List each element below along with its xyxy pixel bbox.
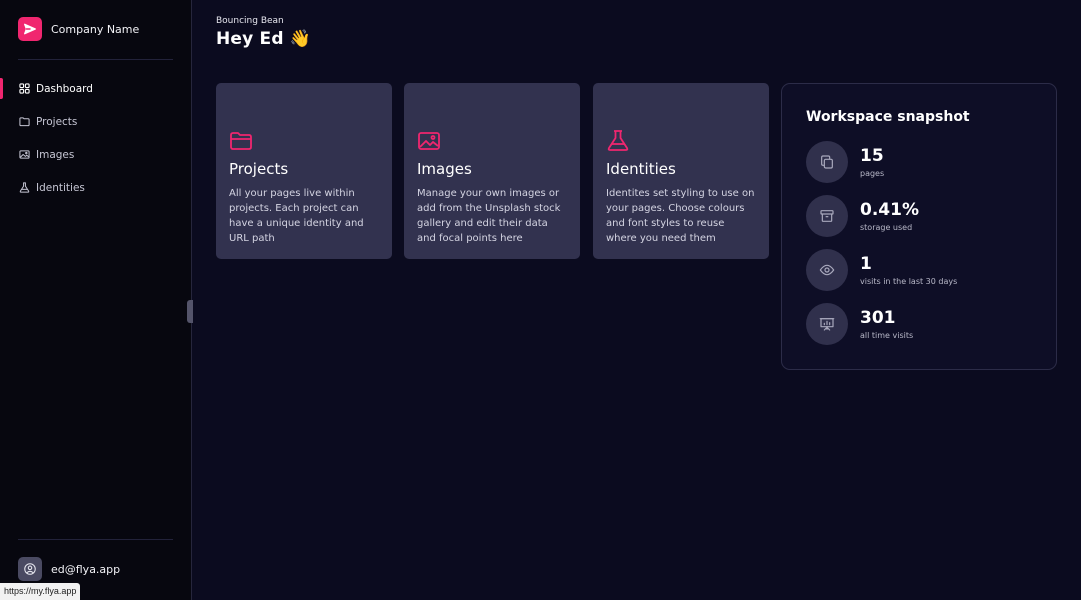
identities-card[interactable]: Identities Identites set styling to use … [593, 83, 769, 259]
stat-pages: 15 pages [806, 141, 884, 183]
images-card[interactable]: Images Manage your own images or add fro… [404, 83, 580, 259]
projects-card[interactable]: Projects All your pages live within proj… [216, 83, 392, 259]
sidebar-item-dashboard[interactable]: Dashboard [0, 78, 191, 99]
eye-icon [806, 249, 848, 291]
stat-value: 301 [860, 308, 896, 328]
flask-icon [19, 182, 30, 193]
workspace-name: Bouncing Bean [216, 16, 284, 26]
user-email: ed@flya.app [51, 562, 121, 576]
copy-icon [806, 141, 848, 183]
page-title: Hey Ed 👋 [216, 29, 312, 49]
workspace-snapshot-panel: Workspace snapshot 15 pages 0.41% storag… [781, 83, 1057, 370]
page-header: Bouncing Bean Hey Ed 👋 [216, 16, 311, 49]
send-icon [18, 17, 42, 41]
stat-all-time-visits: 301 all time visits [806, 303, 913, 345]
flask-icon [607, 130, 629, 151]
sidebar-nav: Dashboard Projects Images Identities [0, 78, 191, 210]
company-name: Company Name [51, 22, 140, 36]
sidebar: Company Name Dashboard Projects Images I… [0, 0, 192, 600]
sidebar-item-label: Images [36, 148, 75, 161]
stat-storage: 0.41% storage used [806, 195, 919, 237]
stat-label: pages [860, 169, 885, 178]
card-description: All your pages live within projects. Eac… [229, 188, 364, 244]
card-title: Images [417, 160, 472, 178]
archive-icon [806, 195, 848, 237]
image-icon [418, 132, 440, 150]
stat-value: 15 [860, 146, 884, 166]
card-description: Identites set styling to use on your pag… [606, 188, 755, 244]
stat-label: visits in the last 30 days [860, 277, 958, 286]
sidebar-item-label: Dashboard [36, 82, 93, 95]
avatar [18, 557, 42, 581]
card-description: Manage your own images or add from the U… [417, 188, 561, 244]
snapshot-title: Workspace snapshot [806, 109, 970, 125]
brand[interactable]: Company Name [18, 17, 139, 41]
folder-icon [19, 116, 30, 127]
sidebar-divider [18, 59, 173, 60]
stat-visits-30-days: 1 visits in the last 30 days [806, 249, 957, 291]
sidebar-divider [18, 539, 173, 540]
grid-icon [19, 83, 30, 94]
stat-label: all time visits [860, 331, 914, 340]
sidebar-collapse-handle[interactable] [187, 300, 193, 323]
user-menu[interactable]: ed@flya.app [18, 557, 120, 581]
card-title: Projects [229, 160, 289, 178]
image-icon [19, 149, 30, 160]
sidebar-item-identities[interactable]: Identities [0, 177, 191, 198]
sidebar-item-images[interactable]: Images [0, 144, 191, 165]
link-preview-url: https://my.flya.app [0, 583, 81, 600]
stat-value: 1 [860, 254, 872, 274]
presentation-icon [806, 303, 848, 345]
sidebar-item-label: Identities [36, 181, 85, 194]
folder-icon [230, 132, 252, 150]
stat-label: storage used [860, 223, 913, 232]
card-title: Identities [606, 160, 676, 178]
stat-value: 0.41% [860, 200, 919, 220]
sidebar-item-projects[interactable]: Projects [0, 111, 191, 132]
sidebar-item-label: Projects [36, 115, 78, 128]
